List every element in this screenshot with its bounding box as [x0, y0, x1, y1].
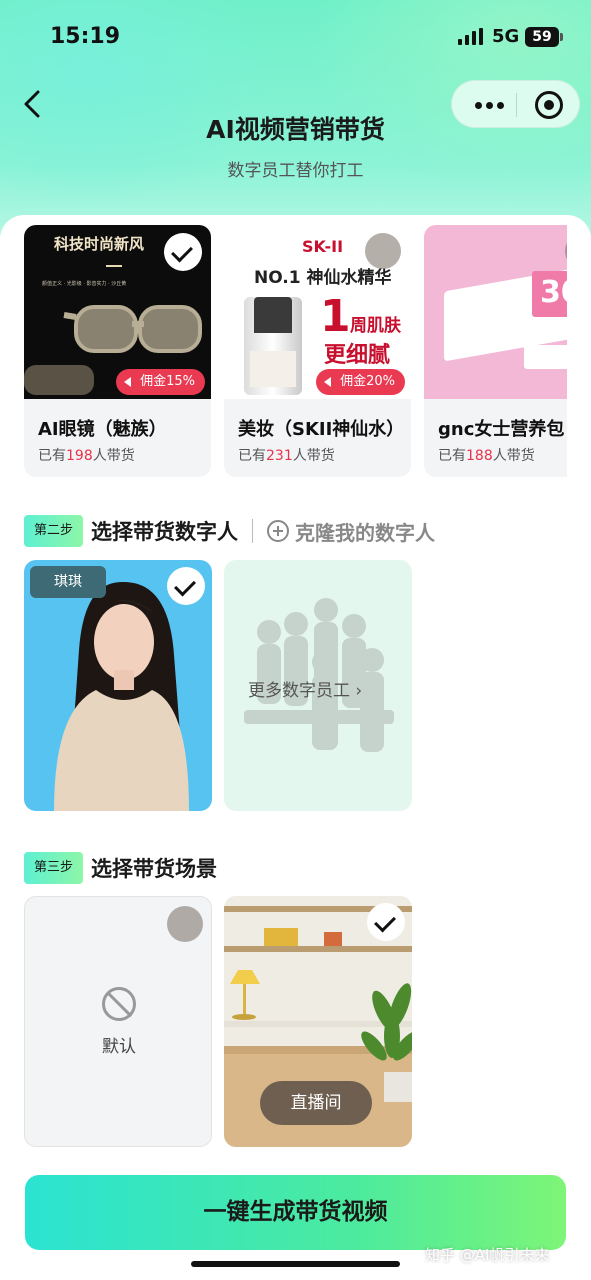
page-subtitle: 数字员工替你打工	[227, 161, 364, 181]
count-prefix: 已有	[38, 448, 66, 464]
bottle-illustration	[244, 297, 302, 395]
status-time: 15:19	[50, 24, 121, 49]
product-sellers-count: 已有231人带货	[238, 445, 335, 465]
product-name: 美妆（SKII神仙水）	[238, 419, 405, 440]
more-avatars-link[interactable]: 更多数字员工 ›	[248, 676, 362, 701]
packet-illustration	[524, 345, 567, 369]
scene-card-live-room[interactable]: 直播间	[224, 896, 412, 1147]
clone-avatar-link[interactable]: 克隆我的数字人	[295, 517, 435, 546]
count-number: 198	[66, 448, 93, 464]
battery-level: 59	[532, 29, 552, 45]
count-suffix: 人带货	[492, 448, 535, 464]
step3-header: 第三步 选择带货场景	[24, 850, 217, 886]
step2-badge: 第二步	[24, 515, 84, 547]
ban-icon	[102, 987, 136, 1021]
selected-check-icon[interactable]	[367, 903, 405, 941]
count-number: 188	[466, 448, 493, 464]
product-sellers-count: 已有198人带货	[38, 445, 135, 465]
step2-title: 选择带货数字人	[91, 520, 239, 544]
add-circle-icon[interactable]	[267, 520, 290, 542]
count-suffix: 人带货	[292, 448, 335, 464]
commission-badge: 佣金20%	[316, 369, 405, 395]
status-bar: 15:19 5G 59	[0, 0, 591, 70]
avatar-card-qiqi[interactable]: 琪琪	[24, 560, 212, 811]
generate-video-button[interactable]: 一键生成带货视频	[25, 1175, 566, 1250]
step3-badge: 第三步	[24, 852, 84, 884]
scene-card-default[interactable]: 默认	[24, 896, 212, 1147]
signal-icon	[458, 28, 483, 45]
product-card-skii[interactable]: SK-II NO.1 神仙水精华 1 周肌肤 更细腻 佣金20% 美妆（SKII…	[224, 225, 411, 477]
product-sellers-count: 已有188人带货	[438, 445, 535, 465]
commission-badge: 佣金15%	[116, 369, 205, 395]
more-avatars-card[interactable]: 更多数字员工 ›	[224, 560, 412, 811]
product-name: AI眼镜（魅族）	[38, 419, 167, 440]
page-title: AI视频营销带货	[206, 115, 385, 144]
home-indicator[interactable]	[191, 1261, 400, 1267]
step2-separator	[252, 519, 254, 543]
avatar-name-tag: 琪琪	[30, 566, 106, 598]
product-headline: NO.1 神仙水精华	[254, 268, 392, 288]
count-suffix: 人带货	[92, 448, 135, 464]
scene-label-live-room: 直播间	[260, 1081, 372, 1125]
count-prefix: 已有	[438, 448, 466, 464]
network-label: 5G	[492, 26, 520, 47]
count-number: 231	[266, 448, 293, 464]
unselected-check-icon[interactable]	[365, 233, 401, 269]
promo-text-1: 周肌肤	[350, 316, 401, 336]
product-image-gnc: 30	[424, 225, 567, 399]
box-number: 30	[540, 275, 567, 310]
product-card-glasses[interactable]: 科技时尚新风 颜值正义 · 光影级 · 影音实力 · 沙丘黄 佣金15% AI眼…	[24, 225, 211, 477]
promo-text-2: 更细腻	[324, 343, 391, 368]
count-prefix: 已有	[238, 448, 266, 464]
product-card-gnc[interactable]: 30 佣金 gnc女士营养包 已有188人带货	[424, 225, 567, 477]
product-name: gnc女士营养包	[438, 419, 565, 440]
scene-label-default: 默认	[102, 1037, 136, 1057]
promo-number: 1	[320, 291, 351, 342]
step3-title: 选择带货场景	[91, 857, 218, 881]
unselected-check-icon[interactable]	[167, 906, 203, 942]
battery-icon: 59	[525, 27, 563, 47]
step2-header: 第二步 选择带货数字人 克隆我的数字人	[24, 513, 435, 549]
selected-check-icon[interactable]	[164, 233, 202, 271]
selected-check-icon[interactable]	[167, 567, 205, 605]
brand-logo: SK-II	[302, 237, 344, 256]
watermark: 知乎 @AI帆引未来	[425, 1246, 550, 1264]
product-carousel[interactable]: 科技时尚新风 颜值正义 · 光影级 · 影音实力 · 沙丘黄 佣金15% AI眼…	[24, 225, 567, 480]
